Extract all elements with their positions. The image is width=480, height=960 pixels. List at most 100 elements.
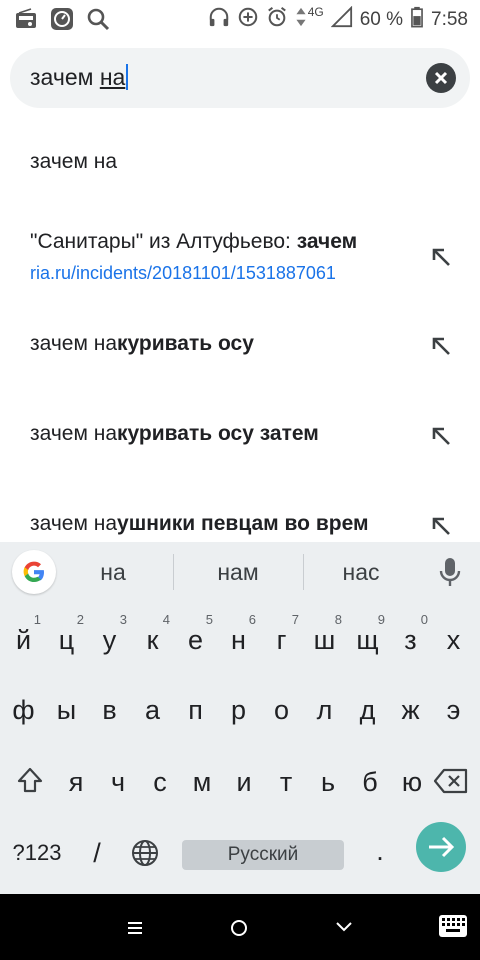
key[interactable]: з0 xyxy=(389,610,432,670)
key[interactable]: к4 xyxy=(131,610,174,670)
key-label: ю xyxy=(401,767,423,797)
key[interactable]: ц2 xyxy=(45,610,88,670)
period-key[interactable]: . xyxy=(360,824,400,884)
network-type: 4G xyxy=(307,5,324,19)
key[interactable]: р xyxy=(217,680,260,740)
google-logo-icon[interactable] xyxy=(12,550,56,594)
speedometer-app-icon xyxy=(50,7,74,31)
key[interactable]: м xyxy=(181,752,223,812)
key[interactable]: а xyxy=(131,680,174,740)
close-icon xyxy=(434,71,448,85)
key-label: а xyxy=(144,695,161,725)
key[interactable]: ф xyxy=(2,680,45,740)
key[interactable]: т xyxy=(265,752,307,812)
divider xyxy=(173,554,174,590)
key-label: е xyxy=(187,625,204,655)
key-hint: 6 xyxy=(248,612,256,627)
key[interactable]: г7 xyxy=(260,610,303,670)
key-hint: 1 xyxy=(33,612,41,627)
key[interactable]: л xyxy=(303,680,346,740)
suggestion-item[interactable]: зачем наушники певцам во врем xyxy=(0,510,480,542)
key[interactable]: д xyxy=(346,680,389,740)
keyboard-icon[interactable] xyxy=(438,914,468,938)
key[interactable]: щ9 xyxy=(346,610,389,670)
arrow-up-left-icon[interactable] xyxy=(430,515,452,537)
status-bar: 4G 60 % 7:58 xyxy=(0,0,480,38)
search-bar[interactable]: зачем на xyxy=(10,48,470,108)
key[interactable]: у3 xyxy=(88,610,131,670)
key-label: д xyxy=(359,695,376,725)
suggestion-item[interactable]: зачем накуривать осу xyxy=(0,330,480,362)
key-label: ц xyxy=(58,625,75,655)
key-label: и xyxy=(236,767,252,797)
key[interactable]: н6 xyxy=(217,610,260,670)
key-row-4: ?123 / Русский . xyxy=(0,822,480,884)
prediction-word[interactable]: на xyxy=(53,559,173,586)
key[interactable]: ш8 xyxy=(303,610,346,670)
slash-key[interactable]: / xyxy=(76,824,118,884)
prediction-word[interactable]: нас xyxy=(301,559,421,586)
key-label: й xyxy=(15,625,32,655)
alarm-icon xyxy=(266,6,288,34)
key-label: г xyxy=(276,625,287,655)
key-label: э xyxy=(446,695,461,725)
suggestion-item[interactable]: "Санитары" из Алтуфьево: зачем ria.ru/in… xyxy=(0,228,480,288)
key-label: . xyxy=(376,836,384,866)
prediction-word[interactable]: нам xyxy=(178,559,298,586)
key[interactable]: ч xyxy=(97,752,139,812)
search-input[interactable]: зачем на xyxy=(30,64,129,91)
suggestion-item[interactable]: зачем накуривать осу затем xyxy=(0,420,480,452)
suggestion-text: "Санитары" из Алтуфьево: xyxy=(30,230,297,253)
key-label: х xyxy=(446,625,461,655)
battery-icon xyxy=(410,6,424,34)
key[interactable]: ь xyxy=(307,752,349,812)
shift-key[interactable] xyxy=(4,752,54,812)
key[interactable]: б xyxy=(349,752,391,812)
symbols-key[interactable]: ?123 xyxy=(4,824,70,884)
key[interactable]: ж xyxy=(389,680,432,740)
key[interactable]: в xyxy=(88,680,131,740)
shift-icon xyxy=(17,767,43,793)
key[interactable]: п xyxy=(174,680,217,740)
key-label: м xyxy=(192,767,212,797)
key[interactable]: ы xyxy=(45,680,88,740)
search-query-composing: на xyxy=(99,64,126,90)
arrow-up-left-icon[interactable] xyxy=(430,246,452,268)
suggestion-item[interactable]: зачем на xyxy=(0,148,480,180)
key-label: в xyxy=(102,695,117,725)
key[interactable]: е5 xyxy=(174,610,217,670)
key-label: о xyxy=(273,695,290,725)
menu-icon[interactable] xyxy=(125,920,145,936)
suggestion-text: зачем на xyxy=(30,150,118,173)
key[interactable]: х xyxy=(432,610,475,670)
keyboard: на нам нас й1 ц2 у3 к4 е5 н6 г7 ш8 щ9 з0… xyxy=(0,542,480,894)
key-label: к xyxy=(146,625,159,655)
enter-button[interactable] xyxy=(416,822,466,872)
chevron-down-icon[interactable] xyxy=(334,920,354,934)
key-label: щ xyxy=(356,625,379,655)
clear-search-button[interactable] xyxy=(426,63,456,93)
language-key[interactable] xyxy=(124,824,166,884)
key-label: т xyxy=(279,767,293,797)
key[interactable]: и xyxy=(223,752,265,812)
home-icon[interactable] xyxy=(229,918,249,938)
key-hint: 7 xyxy=(291,612,299,627)
key[interactable]: й1 xyxy=(2,610,45,670)
arrow-up-left-icon[interactable] xyxy=(430,335,452,357)
suggestion-bold-text: куривать осу затем xyxy=(117,422,319,445)
key[interactable]: э xyxy=(432,680,475,740)
battery-level: 60 % xyxy=(359,9,404,30)
space-bar[interactable]: Русский xyxy=(182,840,344,870)
data-arrows-icon xyxy=(295,6,307,34)
key-label: я xyxy=(68,767,84,797)
key[interactable]: о xyxy=(260,680,303,740)
navigation-bar xyxy=(0,894,480,960)
microphone-icon[interactable] xyxy=(438,556,462,588)
key[interactable]: ю xyxy=(391,752,433,812)
key[interactable]: с xyxy=(139,752,181,812)
radio-icon xyxy=(14,7,38,31)
key[interactable]: я xyxy=(55,752,97,812)
arrow-up-left-icon[interactable] xyxy=(430,425,452,447)
backspace-key[interactable] xyxy=(428,752,476,812)
data-saver-icon xyxy=(237,6,259,34)
